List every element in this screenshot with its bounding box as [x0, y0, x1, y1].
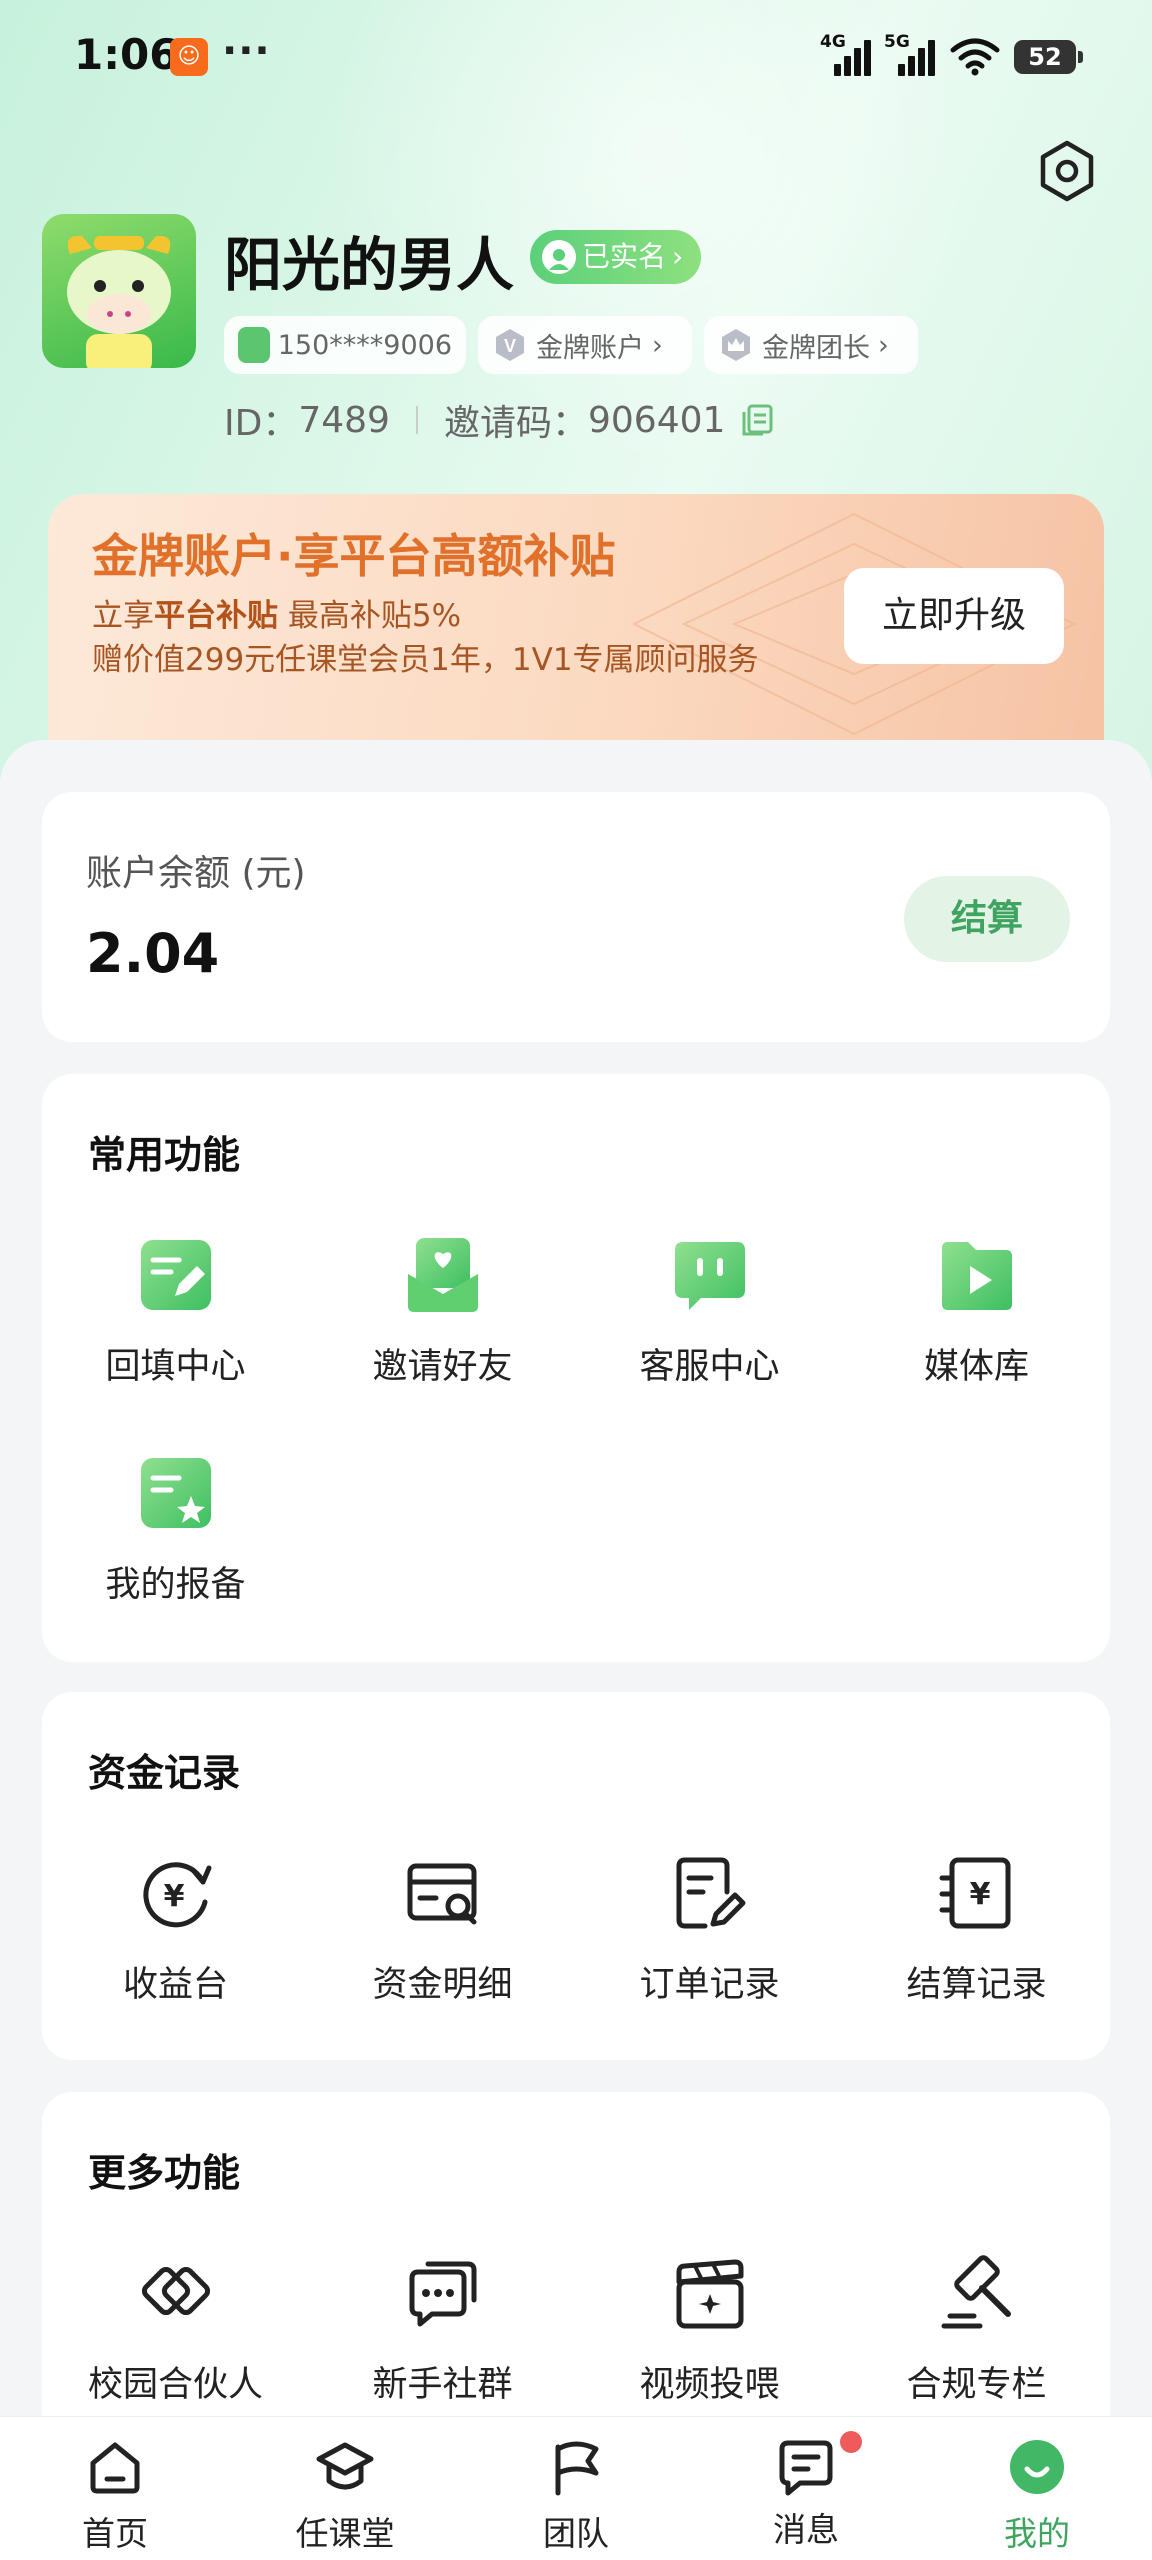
phone-tag: 150****9006 [224, 316, 466, 374]
chevron-right-icon: › [878, 329, 889, 361]
nav-home[interactable]: 首页 [0, 2417, 230, 2560]
compliance-column-item[interactable]: 合规专栏 [843, 2252, 1110, 2407]
id-label: ID： [224, 403, 299, 444]
divider [415, 406, 418, 434]
promo-benefit: 赠价值299元任课堂会员1年，1V1专属顾问服务 [92, 642, 759, 678]
crown-icon [722, 329, 750, 361]
nav-me[interactable]: 我的 [922, 2417, 1152, 2560]
id-line: ID： 7489 邀请码： 906401 [224, 394, 775, 446]
status-time: 1:06 [74, 30, 179, 79]
invite-label: 邀请码： [443, 403, 588, 444]
gold-leader-tag[interactable]: 金牌团长 › [704, 316, 918, 374]
smile-profile-icon [1010, 2440, 1064, 2494]
earnings-item[interactable]: ¥ 收益台 [42, 1852, 309, 2007]
settlement-records-item[interactable]: ¥ 结算记录 [843, 1852, 1110, 2007]
svg-text:¥: ¥ [969, 1877, 990, 1912]
more-notifications-indicator: ··· [222, 28, 271, 74]
gold-account-tag[interactable]: V 金牌账户 › [478, 316, 692, 374]
signal-5g-icon: 5G [884, 32, 942, 76]
home-icon [90, 2442, 140, 2494]
balance-value: 2.04 [86, 922, 220, 985]
chat-service-icon [674, 1242, 745, 1310]
backfill-center-item[interactable]: 回填中心 [42, 1234, 309, 1389]
account-tag-label: 金牌账户 [536, 332, 644, 364]
gavel-icon [941, 2255, 1011, 2329]
graduation-cap-icon [316, 2442, 374, 2490]
starred-doc-icon [140, 1458, 211, 1528]
phone-icon [238, 327, 270, 363]
order-records-item[interactable]: 订单记录 [576, 1852, 843, 2007]
user-verified-icon [542, 240, 576, 274]
balance-label: 账户余额 (元) [86, 853, 306, 894]
promo-subtitle: 立享平台补贴 最高补贴5% [92, 598, 462, 634]
v-shield-icon: V [496, 329, 524, 361]
avatar[interactable] [42, 214, 196, 368]
upgrade-button[interactable]: 立即升级 [844, 568, 1064, 664]
campus-partner-item[interactable]: 校园合伙人 [42, 2252, 309, 2407]
leader-tag-label: 金牌团长 [762, 332, 870, 364]
phone-number: 150****9006 [277, 329, 452, 361]
invite-envelope-icon [407, 1238, 478, 1312]
flag-icon [555, 2441, 599, 2496]
battery-indicator: 52 [1014, 40, 1083, 74]
clapper-icon [676, 2259, 743, 2329]
video-feeding-item[interactable]: 视频投喂 [576, 2252, 843, 2407]
nav-classroom[interactable]: 任课堂 [230, 2417, 460, 2560]
invite-code: 906401 [587, 399, 726, 441]
yen-refresh-icon: ¥ [142, 1862, 211, 1928]
media-folder-icon [941, 1242, 1012, 1310]
xiaohongshu-app-icon: ☺ [170, 38, 208, 76]
verified-badge[interactable]: 已实名 › [530, 230, 702, 284]
section-title: 更多功能 [88, 2151, 241, 2195]
message-icon [776, 2431, 862, 2497]
fund-records-card: 资金记录 ¥ 收益台 资金明细 订单记录 ¥ 结算记录 [42, 1692, 1110, 2060]
newbie-community-item[interactable]: 新手社群 [309, 2252, 576, 2407]
balance-card: 账户余额 (元) 2.04 结算 [42, 792, 1110, 1042]
section-title: 常用功能 [88, 1133, 241, 1177]
handshake-icon [141, 2266, 210, 2316]
common-functions-card: 常用功能 回填中心 邀请好友 客服中心 媒体库 我的报备 [42, 1074, 1110, 1662]
svg-text:¥: ¥ [163, 1879, 184, 1914]
id-value: 7489 [298, 399, 390, 441]
username: 阳光的男人 [224, 231, 515, 299]
wifi-icon [950, 38, 1000, 76]
status-bar: 1:06 ☺ ··· 4G 5G 52 [0, 0, 1152, 110]
card-search-icon [407, 1863, 476, 1925]
bottom-navigation: 首页 任课堂 团队 消息 我的 [0, 2416, 1152, 2560]
edit-doc-icon [140, 1240, 211, 1310]
section-title: 资金记录 [88, 1751, 241, 1795]
nav-messages[interactable]: 消息 [691, 2417, 921, 2560]
chevron-right-icon: › [672, 240, 684, 273]
verified-label: 已实名 [582, 240, 667, 273]
my-report-item[interactable]: 我的报备 [42, 1452, 309, 1607]
promo-title: 金牌账户·享平台高额补贴 [92, 529, 616, 583]
media-library-item[interactable]: 媒体库 [843, 1234, 1110, 1389]
signal-4g-icon: 4G [820, 32, 878, 76]
yen-receipt-icon: ¥ [939, 1857, 1010, 1929]
settings-gear-icon[interactable] [1036, 140, 1098, 202]
unread-dot [840, 2431, 862, 2453]
invite-friends-item[interactable]: 邀请好友 [309, 1234, 576, 1389]
settle-button[interactable]: 结算 [904, 876, 1070, 962]
copy-icon[interactable] [739, 402, 775, 438]
chevron-right-icon: › [652, 329, 663, 361]
order-edit-icon [676, 1857, 745, 1929]
chat-group-icon [409, 2261, 476, 2327]
customer-service-item[interactable]: 客服中心 [576, 1234, 843, 1389]
svg-text:V: V [504, 336, 516, 356]
cow-mascot-icon [67, 235, 171, 368]
nav-team[interactable]: 团队 [461, 2417, 691, 2560]
fund-details-item[interactable]: 资金明细 [309, 1852, 576, 2007]
